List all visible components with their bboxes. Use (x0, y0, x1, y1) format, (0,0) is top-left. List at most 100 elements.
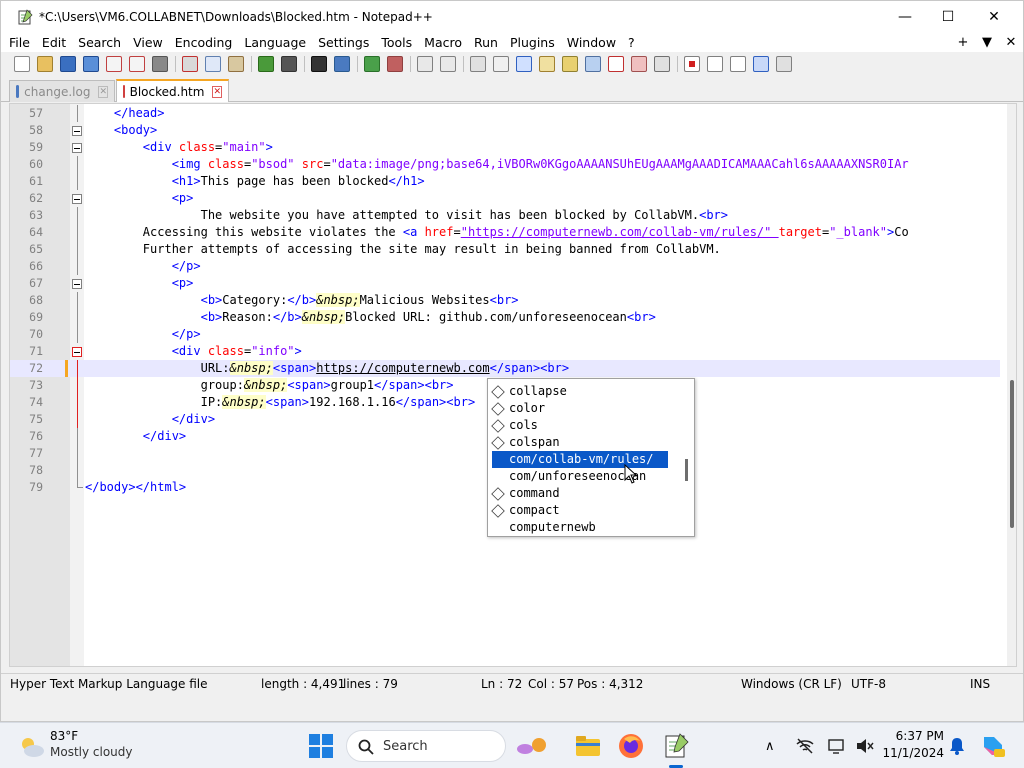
start-button-icon[interactable] (308, 733, 334, 759)
code-line[interactable]: 65 Further attempts of accessing the sit… (10, 241, 1000, 258)
weather-widget[interactable]: 83°F Mostly cloudy (18, 729, 158, 763)
find-icon[interactable] (311, 55, 327, 72)
menu-edit[interactable]: Edit (36, 35, 72, 50)
menu-tools[interactable]: Tools (375, 35, 418, 50)
zoom-out-icon[interactable] (387, 55, 403, 72)
file-explorer-icon[interactable] (575, 733, 601, 759)
tab-list-button[interactable]: ▼ (975, 35, 999, 50)
replace-icon[interactable] (334, 55, 350, 72)
display-icon[interactable] (828, 738, 846, 754)
indent-guide-icon[interactable] (516, 55, 532, 72)
code-line[interactable]: 62 <p> (10, 190, 1000, 207)
autocomplete-item[interactable]: collapse (491, 383, 567, 400)
code-line[interactable]: 70 </p> (10, 326, 1000, 343)
menu-encoding[interactable]: Encoding (169, 35, 239, 50)
menu-plugins[interactable]: Plugins (504, 35, 561, 50)
fold-toggle-icon[interactable] (72, 279, 82, 289)
code-line[interactable]: 72 URL:&nbsp;<span>https://computernewb.… (10, 360, 1000, 377)
new-tab-button[interactable]: + (951, 35, 975, 50)
print-icon[interactable] (152, 55, 168, 72)
doc-map-icon[interactable] (562, 55, 578, 72)
autocomplete-item[interactable]: colspan (491, 434, 560, 451)
tab-change-log[interactable]: change.log ✕ (9, 80, 115, 102)
menu-view[interactable]: View (127, 35, 169, 50)
zoom-in-icon[interactable] (364, 55, 380, 72)
tab-blocked-htm[interactable]: Blocked.htm ✕ (116, 79, 229, 102)
copilot-icon[interactable] (980, 733, 1006, 759)
sync-vertical-icon[interactable] (417, 55, 433, 72)
code-line[interactable]: 59 <div class="main"> (10, 139, 1000, 156)
vertical-scrollbar[interactable] (1007, 104, 1016, 666)
code-line[interactable]: 71 <div class="info"> (10, 343, 1000, 360)
clock[interactable]: 6:37 PM 11/1/2024 (878, 728, 944, 762)
new-file-icon[interactable] (14, 55, 30, 72)
close-all-icon[interactable] (129, 55, 145, 72)
menu-run[interactable]: Run (468, 35, 504, 50)
menu-window[interactable]: Window (561, 35, 622, 50)
autocomplete-item[interactable]: color (491, 400, 545, 417)
vertical-scroll-thumb[interactable] (1010, 380, 1014, 528)
run-macro-multiple-icon[interactable] (753, 55, 769, 72)
notepadpp-taskbar-icon[interactable] (663, 733, 689, 768)
code-line[interactable]: 68 <b>Category:</b>&nbsp;Malicious Websi… (10, 292, 1000, 309)
code-line[interactable]: 58 <body> (10, 122, 1000, 139)
autocomplete-item[interactable]: computernewb (492, 519, 596, 536)
copy-icon[interactable] (205, 55, 221, 72)
fold-toggle-icon[interactable] (72, 347, 82, 357)
speaker-muted-icon[interactable] (856, 738, 874, 754)
code-line[interactable]: 61 <h1>This page has been blocked</h1> (10, 173, 1000, 190)
save-all-icon[interactable] (83, 55, 99, 72)
menu-file[interactable]: File (1, 35, 36, 50)
autocomplete-scrollbar[interactable] (680, 379, 694, 536)
sync-horizontal-icon[interactable] (440, 55, 456, 72)
stop-macro-icon[interactable] (707, 55, 723, 72)
redo-icon[interactable] (281, 55, 297, 72)
close-tab-icon[interactable]: ✕ (212, 85, 222, 98)
undo-icon[interactable] (258, 55, 274, 72)
code-line[interactable]: 60 <img class="bsod" src="data:image/png… (10, 156, 1000, 173)
paste-icon[interactable] (228, 55, 244, 72)
taskbar-search[interactable]: Search (346, 730, 546, 762)
lang-icon[interactable] (539, 55, 555, 72)
fold-toggle-icon[interactable] (72, 143, 82, 153)
autocomplete-item[interactable]: cols (491, 417, 538, 434)
notification-bell-icon[interactable] (949, 737, 965, 755)
menu-settings[interactable]: Settings (312, 35, 375, 50)
code-line[interactable]: 64 Accessing this website violates the <… (10, 224, 1000, 241)
fold-toggle-icon[interactable] (72, 126, 82, 136)
code-line[interactable]: 63 The website you have attempted to vis… (10, 207, 1000, 224)
code-line[interactable]: 67 <p> (10, 275, 1000, 292)
menu-macro[interactable]: Macro (418, 35, 468, 50)
network-icon[interactable] (796, 738, 814, 754)
fold-toggle-icon[interactable] (72, 194, 82, 204)
autocomplete-item[interactable]: compact (491, 502, 560, 519)
cut-icon[interactable] (182, 55, 198, 72)
close-button[interactable]: ✕ (971, 1, 1017, 32)
menu-help[interactable]: ? (622, 35, 641, 50)
save-macro-icon[interactable] (776, 55, 792, 72)
autocomplete-scroll-thumb[interactable] (685, 459, 688, 481)
close-doc-button[interactable]: ✕ (999, 35, 1023, 50)
firefox-icon[interactable] (618, 733, 644, 759)
folder-workspace-icon[interactable] (631, 55, 647, 72)
code-line[interactable]: 57 </head> (10, 105, 1000, 122)
close-file-icon[interactable] (106, 55, 122, 72)
autocomplete-item[interactable]: com/collab-vm/rules/ (492, 451, 668, 468)
code-line[interactable]: 69 <b>Reason:</b>&nbsp;Blocked URL: gith… (10, 309, 1000, 326)
chevron-up-icon[interactable]: ∧ (765, 739, 775, 754)
word-wrap-icon[interactable] (470, 55, 486, 72)
monitoring-icon[interactable] (654, 55, 670, 72)
menu-search[interactable]: Search (72, 35, 127, 50)
show-all-chars-icon[interactable] (493, 55, 509, 72)
doc-list-icon[interactable] (585, 55, 601, 72)
function-list-icon[interactable] (608, 55, 624, 72)
menu-language[interactable]: Language (238, 35, 312, 50)
autocomplete-item[interactable]: command (491, 485, 560, 502)
save-icon[interactable] (60, 55, 76, 72)
minimize-button[interactable]: — (882, 1, 928, 32)
code-line[interactable]: 66 </p> (10, 258, 1000, 275)
open-file-icon[interactable] (37, 55, 53, 72)
close-tab-icon[interactable]: ✕ (98, 85, 108, 98)
maximize-button[interactable]: ☐ (925, 1, 971, 32)
record-macro-icon[interactable] (684, 55, 700, 72)
